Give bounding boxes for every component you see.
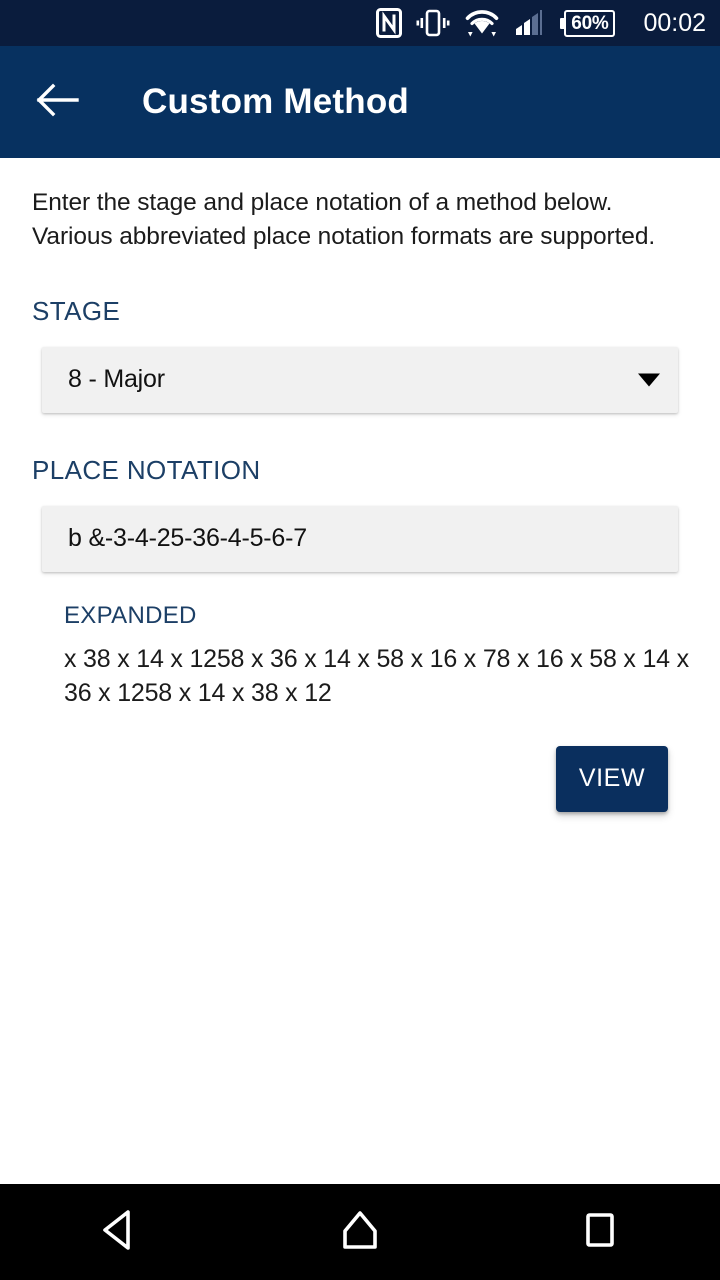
place-notation-label: PLACE NOTATION <box>32 454 261 485</box>
wifi-icon <box>464 8 500 38</box>
phone-screen: 60% 00:02 Custom Method Enter the stage … <box>0 0 720 1280</box>
battery-percent-label: 60% <box>571 12 609 34</box>
app-bar: Custom Method <box>0 46 720 158</box>
status-icon-group: 60% 00:02 <box>376 8 706 38</box>
stage-dropdown[interactable]: 8 - Major <box>42 346 678 413</box>
place-notation-input-wrapper[interactable]: b &-3-4-25-36-4-5-6-7 <box>42 505 678 572</box>
nav-home-button[interactable] <box>305 1184 415 1280</box>
place-notation-input[interactable]: b &-3-4-25-36-4-5-6-7 <box>68 524 307 553</box>
arrow-left-icon <box>35 82 79 123</box>
nav-back-button[interactable] <box>65 1184 175 1280</box>
stage-label: STAGE <box>32 295 121 326</box>
back-button[interactable] <box>26 71 88 133</box>
expanded-label: EXPANDED <box>64 601 197 629</box>
view-button[interactable]: VIEW <box>556 745 668 812</box>
battery-body: 60% <box>564 9 616 37</box>
stage-selected-value: 8 - Major <box>68 365 165 394</box>
status-clock: 00:02 <box>643 8 706 37</box>
cell-signal-icon <box>514 9 544 37</box>
button-row: VIEW <box>32 745 688 812</box>
android-nav-bar <box>0 1184 720 1280</box>
page-title: Custom Method <box>142 82 410 121</box>
nav-back-icon <box>99 1208 141 1257</box>
status-bar: 60% 00:02 <box>0 0 720 46</box>
nav-home-icon <box>338 1208 382 1257</box>
nav-recents-icon <box>580 1208 620 1257</box>
nfc-icon <box>376 8 403 38</box>
battery-indicator: 60% <box>560 9 616 37</box>
expanded-value: x 38 x 14 x 1258 x 36 x 14 x 58 x 16 x 7… <box>64 644 689 707</box>
description-text: Enter the stage and place notation of a … <box>32 189 656 250</box>
main-content: Enter the stage and place notation of a … <box>0 158 720 1184</box>
nav-recents-button[interactable] <box>545 1184 655 1280</box>
chevron-down-icon <box>638 373 660 387</box>
vibrate-icon <box>416 9 450 37</box>
